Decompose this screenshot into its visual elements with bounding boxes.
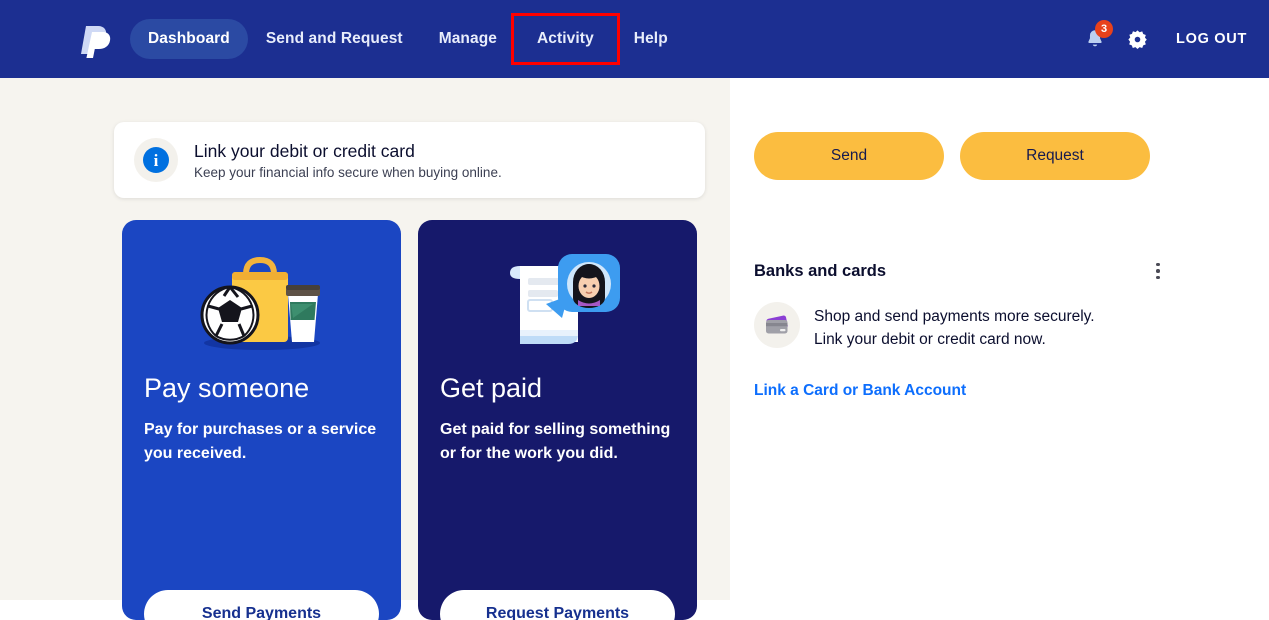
banks-and-cards-description: Shop and send payments more securely. Li… — [814, 302, 1095, 352]
banner-title: Link your debit or credit card — [194, 140, 415, 161]
page-body: i Link your debit or credit card Keep yo… — [0, 78, 1269, 620]
right-sidebar-panel: Send Request Banks and cards Shop and se… — [730, 78, 1269, 600]
nav-label-send-and-request: Send and Request — [265, 30, 403, 47]
paypal-logo[interactable] — [80, 22, 114, 58]
notification-badge: 3 — [1095, 20, 1114, 38]
left-content-column: i Link your debit or credit card Keep yo… — [0, 78, 730, 620]
card-description-get-paid: Get paid for selling something or for th… — [440, 420, 671, 462]
kebab-dot — [1156, 269, 1160, 273]
banks-and-cards-title: Banks and cards — [754, 261, 887, 280]
section-header: Banks and cards — [754, 258, 1169, 284]
banks-and-cards-row: Shop and send payments more securely. Li… — [754, 302, 1174, 352]
nav-label-activity: Activity — [537, 30, 594, 47]
notifications-button[interactable]: 3 — [1074, 18, 1116, 60]
nav-item-send-and-request[interactable]: Send and Request — [248, 19, 421, 59]
banks-and-cards-section: Banks and cards Shop and send payments m… — [754, 258, 1174, 400]
settings-button[interactable] — [1116, 18, 1158, 60]
banner-text: Link your debit or credit card Keep your… — [194, 141, 502, 180]
nav-label-manage: Manage — [438, 30, 497, 47]
send-payments-button[interactable]: Send Payments — [144, 590, 379, 620]
shopping-illustration — [144, 220, 379, 370]
card-description-pay-someone: Pay for purchases or a service you recei… — [144, 420, 377, 462]
top-navigation-bar: Dashboard Send and Request Manage Activi… — [0, 0, 1269, 78]
info-icon: i — [134, 138, 178, 182]
nav-item-manage[interactable]: Manage — [421, 19, 515, 59]
kebab-dot — [1156, 275, 1160, 280]
quick-actions: Send Request — [754, 132, 1150, 180]
header-actions: 3 LOG OUT — [1074, 0, 1269, 78]
info-glyph: i — [143, 147, 169, 173]
kebab-menu-icon[interactable] — [1147, 258, 1169, 284]
nav-label-help: Help — [633, 30, 668, 47]
card-title-pay-someone: Pay someone — [144, 373, 310, 403]
banner-subtitle: Keep your financial info secure when buy… — [194, 164, 502, 180]
nav-item-activity[interactable]: Activity — [511, 13, 620, 65]
request-payments-button[interactable]: Request Payments — [440, 590, 675, 620]
nav-item-dashboard[interactable]: Dashboard — [130, 19, 248, 59]
logout-button[interactable]: LOG OUT — [1176, 31, 1247, 47]
credit-card-icon — [754, 302, 800, 348]
request-button[interactable]: Request — [960, 132, 1150, 180]
invoice-illustration — [440, 220, 675, 370]
nav-item-help[interactable]: Help — [616, 19, 686, 59]
send-button[interactable]: Send — [754, 132, 944, 180]
link-card-banner[interactable]: i Link your debit or credit card Keep yo… — [114, 122, 705, 198]
link-card-or-bank-account-link[interactable]: Link a Card or Bank Account — [754, 382, 1174, 400]
banks-description-line1: Shop and send payments more securely. — [814, 308, 1095, 325]
promo-card-get-paid[interactable]: Get paid Get paid for selling something … — [418, 220, 697, 620]
main-nav: Dashboard Send and Request Manage Activi… — [130, 0, 686, 78]
gear-icon — [1127, 29, 1147, 49]
card-title-get-paid: Get paid — [440, 373, 543, 403]
banks-description-line2: Link your debit or credit card now. — [814, 331, 1046, 349]
promo-card-pay-someone[interactable]: Pay someone Pay for purchases or a servi… — [122, 220, 401, 620]
kebab-dot — [1156, 262, 1160, 267]
nav-label-dashboard: Dashboard — [148, 30, 230, 47]
